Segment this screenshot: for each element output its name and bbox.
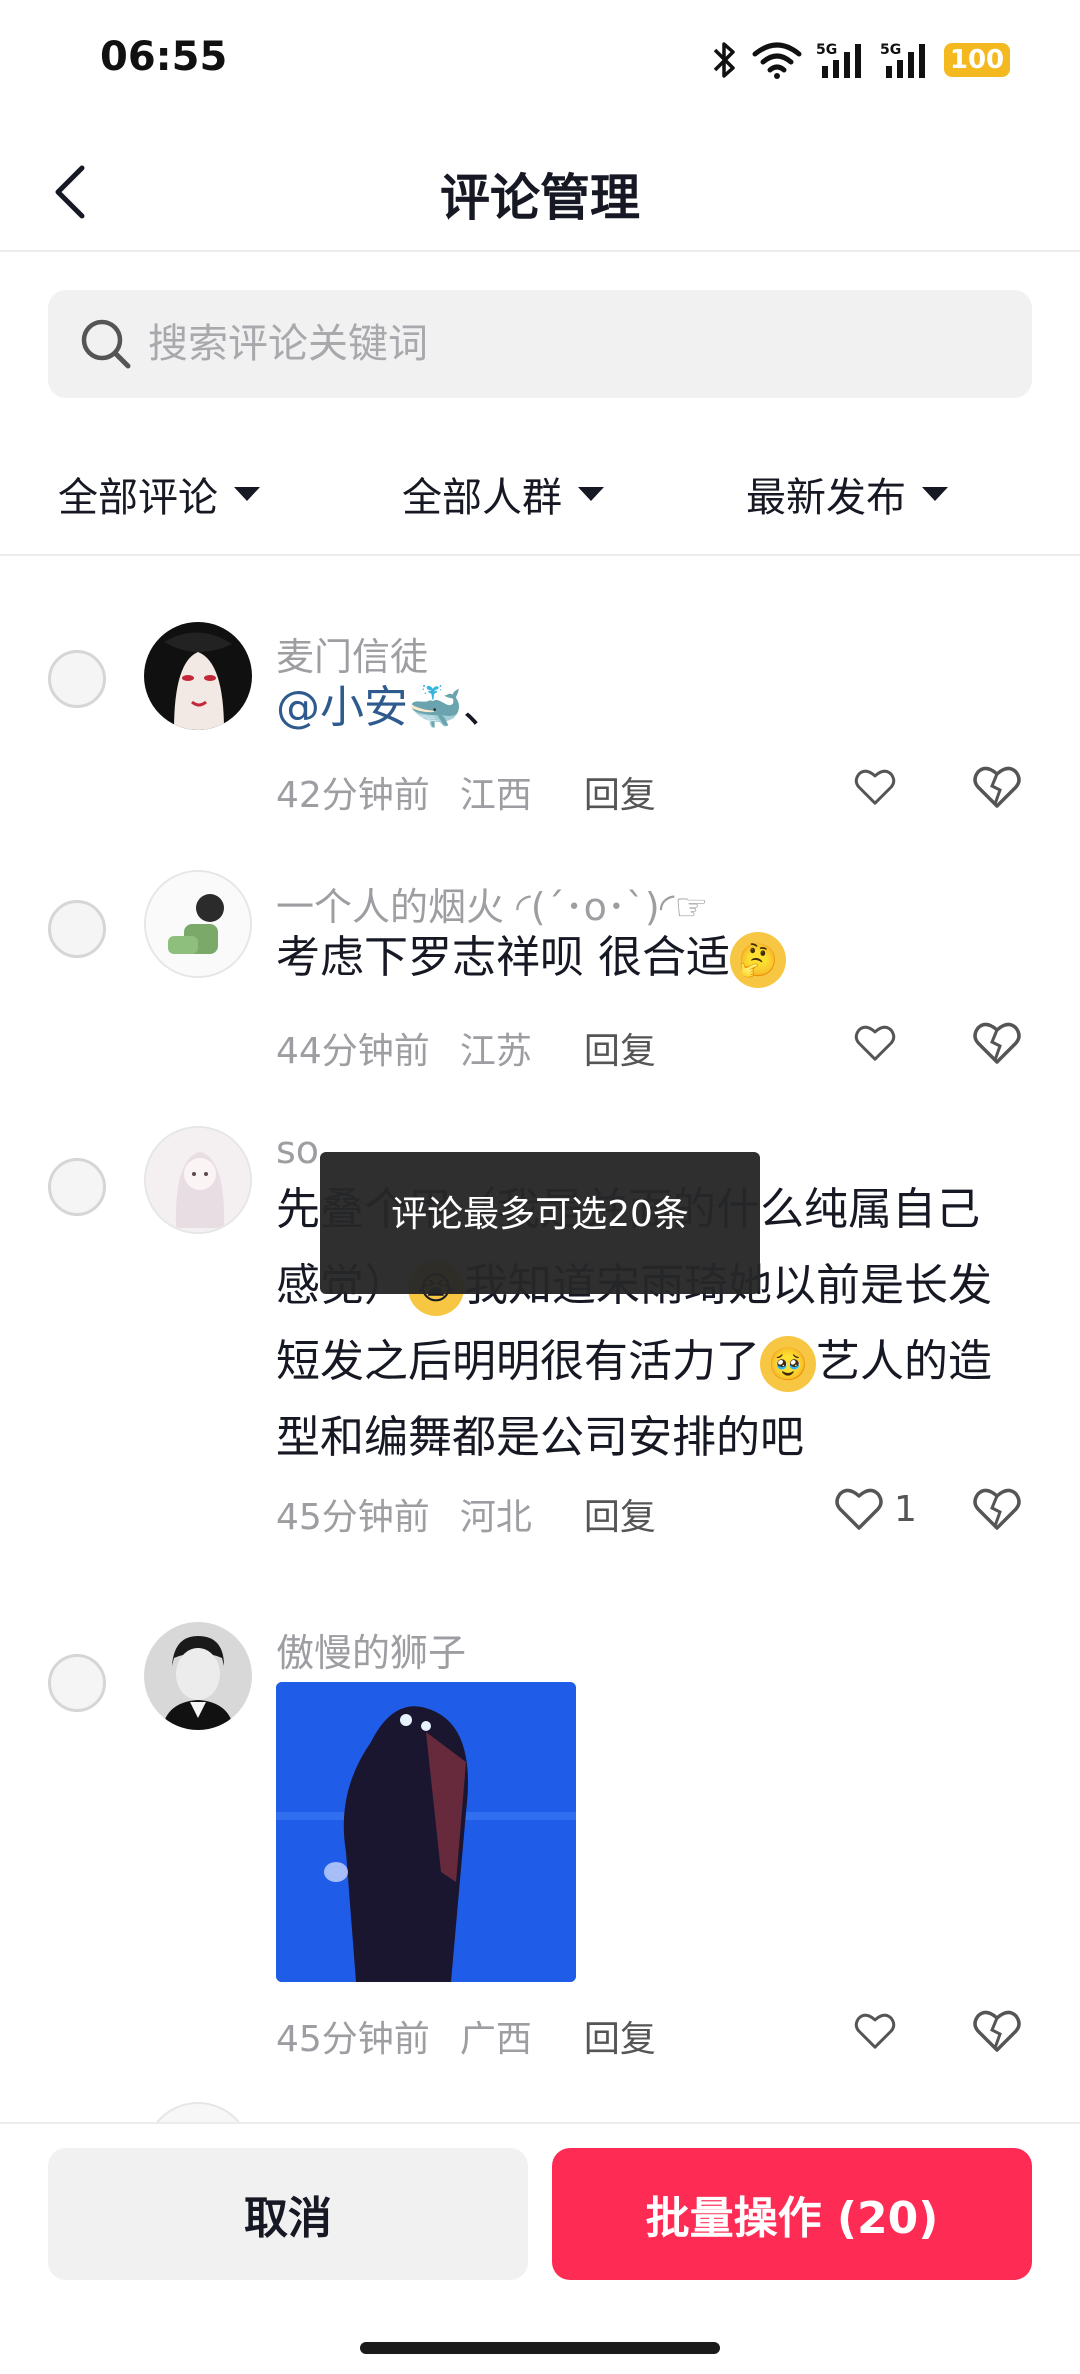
comment-item: 傲慢的狮子 45分钟前 广西 回复 [0, 1604, 1080, 2104]
broken-heart-icon[interactable] [970, 1016, 1024, 1070]
select-radio[interactable] [48, 650, 106, 708]
status-bar: 06:55 5G 5G 100 [0, 0, 1080, 120]
comment-item: 麦门信徒 @小安🐳、 42分钟前 江西 回复 [0, 598, 1080, 838]
header: 评论管理 [0, 130, 1080, 252]
thinking-emoji: 🤔 [730, 932, 786, 988]
comment-meta: 45分钟前 广西 回复 [276, 2010, 686, 2062]
mention-link[interactable]: @小安 [276, 682, 408, 733]
status-icons: 5G 5G 100 [712, 36, 1010, 84]
comment-line: 型和编舞都是公司安排的吧 [276, 1412, 804, 1463]
comment-image[interactable] [276, 1682, 576, 1982]
filter-all-audience[interactable]: 全部人群 [402, 464, 604, 524]
select-radio[interactable] [48, 1654, 106, 1712]
comment-time: 44分钟前 [276, 1031, 430, 1072]
comment-username[interactable]: 傲慢的狮子 [276, 1622, 466, 1677]
batch-action-button[interactable]: 批量操作 (20) [552, 2148, 1032, 2280]
heart-icon [854, 2013, 896, 2049]
comment-line: 短发之后明明很有活力了 🥹 艺人的造 [276, 1324, 1036, 1400]
comment-text-body: 考虑下罗志祥呗 很合适 [276, 932, 730, 983]
avatar[interactable] [144, 1622, 252, 1730]
comment-time: 45分钟前 [276, 2019, 430, 2060]
avatar[interactable] [144, 1126, 252, 1234]
filter-label: 全部人群 [402, 475, 562, 521]
holding-tears-emoji: 🥹 [760, 1336, 816, 1392]
filter-label: 最新发布 [746, 475, 906, 521]
comment-location: 江苏 [459, 1031, 532, 1072]
toast-message: 评论最多可选20条 [320, 1152, 760, 1294]
like-button[interactable]: 1 [832, 1482, 932, 1536]
heart-icon [854, 769, 896, 805]
comment-text-suffix: 🐳、 [408, 682, 507, 733]
bluetooth-icon [713, 42, 735, 78]
reply-button[interactable]: 回复 [584, 1497, 656, 1538]
avatar[interactable] [144, 2102, 252, 2122]
cancel-button[interactable]: 取消 [48, 2148, 528, 2280]
comment-time: 42分钟前 [276, 775, 430, 816]
page-title: 评论管理 [440, 169, 640, 227]
comment-meta: 45分钟前 河北 回复 [276, 1488, 686, 1540]
like-count: 1 [894, 1488, 917, 1530]
battery-icon: 100 [944, 43, 1010, 77]
broken-heart-icon[interactable] [970, 760, 1024, 814]
comment-item-partial [0, 2098, 1080, 2122]
filter-sort-latest[interactable]: 最新发布 [746, 464, 948, 524]
svg-text:5G: 5G [816, 42, 837, 58]
caret-down-icon [922, 487, 948, 501]
avatar[interactable] [144, 622, 252, 730]
caret-down-icon [234, 487, 260, 501]
caret-down-icon [578, 487, 604, 501]
comment-location: 河北 [459, 1497, 532, 1538]
heart-icon [854, 1025, 896, 1061]
like-button[interactable] [852, 760, 906, 814]
filter-label: 全部评论 [58, 475, 218, 521]
comment-meta: 44分钟前 江苏 回复 [276, 1022, 686, 1074]
reply-button[interactable]: 回复 [584, 2019, 656, 2060]
search-input[interactable] [148, 321, 968, 367]
svg-text:5G: 5G [880, 42, 901, 58]
reply-button[interactable]: 回复 [584, 1031, 656, 1072]
search-icon [81, 319, 131, 369]
home-indicator[interactable] [360, 2342, 720, 2354]
comment-time: 45分钟前 [276, 1497, 430, 1538]
comment-text: 考虑下罗志祥呗 很合适 🤔 [276, 920, 1036, 996]
broken-heart-icon[interactable] [970, 1482, 1024, 1536]
comment-text: @小安🐳、 [276, 670, 1036, 746]
signal-5g-icon: 5G [880, 42, 925, 78]
search-box[interactable] [48, 290, 1032, 398]
avatar[interactable] [144, 870, 252, 978]
status-time: 06:55 [100, 34, 228, 80]
wifi-icon [752, 42, 802, 79]
comment-username[interactable]: so [276, 1128, 319, 1172]
filter-bar: 全部评论 全部人群 最新发布 [0, 440, 1080, 556]
comment-location: 广西 [459, 2019, 532, 2060]
comment-list[interactable]: 麦门信徒 @小安🐳、 42分钟前 江西 回复 一个人的烟火 ◜(ˊ･o･ˋ)◜☞… [0, 558, 1080, 2122]
select-radio[interactable] [48, 900, 106, 958]
comment-meta: 42分钟前 江西 回复 [276, 766, 686, 818]
select-radio[interactable] [48, 1158, 106, 1216]
broken-heart-icon[interactable] [970, 2004, 1024, 2058]
bottom-action-bar: 取消 批量操作 (20) [0, 2122, 1080, 2374]
heart-icon [835, 1488, 883, 1530]
comment-location: 江西 [459, 775, 532, 816]
like-button[interactable] [852, 2004, 906, 2058]
filter-all-comments[interactable]: 全部评论 [58, 464, 260, 524]
signal-5g-icon: 5G [816, 42, 861, 78]
comment-item: 一个人的烟火 ◜(ˊ･o･ˋ)◜☞ 考虑下罗志祥呗 很合适 🤔 44分钟前 江苏 回复 [0, 850, 1080, 1090]
like-button[interactable] [852, 1016, 906, 1070]
reply-button[interactable]: 回复 [584, 775, 656, 816]
